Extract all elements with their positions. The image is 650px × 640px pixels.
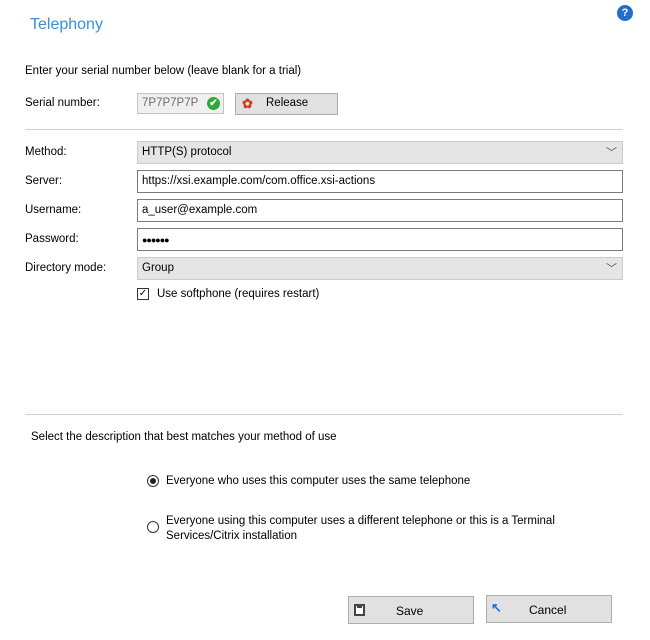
password-value: ●●●●●● — [142, 235, 170, 245]
radio-different-telephone[interactable] — [147, 521, 159, 533]
server-label: Server: — [25, 175, 63, 187]
radio-same-telephone[interactable] — [147, 475, 159, 487]
directory-mode-label: Directory mode: — [25, 262, 107, 274]
floppy-disk-icon — [354, 604, 365, 616]
release-button[interactable]: ✿ Release — [235, 93, 338, 115]
chevron-down-icon: ﹀ — [606, 147, 617, 159]
password-input[interactable]: ●●●●●● — [137, 228, 623, 251]
usage-prompt: Select the description that best matches… — [31, 431, 337, 443]
undo-arrow-icon: ↖ — [491, 600, 502, 615]
radio-different-telephone-label[interactable]: Everyone using this computer uses a diff… — [166, 514, 606, 544]
username-input[interactable]: a_user@example.com — [137, 199, 623, 222]
check-icon: ✔ — [207, 97, 220, 110]
server-input[interactable]: https://xsi.example.com/com.office.xsi-a… — [137, 170, 623, 193]
serial-number-label: Serial number: — [25, 97, 100, 109]
radio-same-telephone-label[interactable]: Everyone who uses this computer uses the… — [166, 474, 470, 489]
cancel-button[interactable]: ↖ Cancel — [486, 595, 612, 623]
serial-number-value: 7P7P7P7P — [142, 97, 199, 109]
method-value: HTTP(S) protocol — [142, 146, 232, 158]
release-label: Release — [266, 97, 309, 109]
method-label: Method: — [25, 146, 67, 158]
directory-mode-value: Group — [142, 262, 174, 274]
save-button[interactable]: Save — [348, 596, 474, 624]
softphone-checkbox[interactable]: ✓ — [137, 288, 149, 300]
server-value: https://xsi.example.com/com.office.xsi-a… — [142, 175, 376, 187]
serial-number-input[interactable]: 7P7P7P7P ✔ — [137, 93, 224, 114]
username-value: a_user@example.com — [142, 204, 258, 216]
method-select[interactable]: HTTP(S) protocol ﹀ — [137, 141, 623, 164]
chevron-down-icon: ﹀ — [606, 263, 617, 275]
password-label: Password: — [25, 233, 79, 245]
divider — [25, 129, 623, 130]
page-title: Telephony — [30, 16, 103, 33]
save-label: Save — [396, 604, 424, 618]
divider — [25, 414, 623, 415]
ribbon-icon: ✿ — [242, 96, 253, 111]
username-label: Username: — [25, 204, 82, 216]
cancel-label: Cancel — [529, 603, 567, 617]
serial-intro: Enter your serial number below (leave bl… — [25, 65, 302, 77]
softphone-label[interactable]: Use softphone (requires restart) — [157, 288, 319, 300]
help-icon[interactable]: ? — [617, 5, 633, 21]
directory-mode-select[interactable]: Group ﹀ — [137, 257, 623, 280]
